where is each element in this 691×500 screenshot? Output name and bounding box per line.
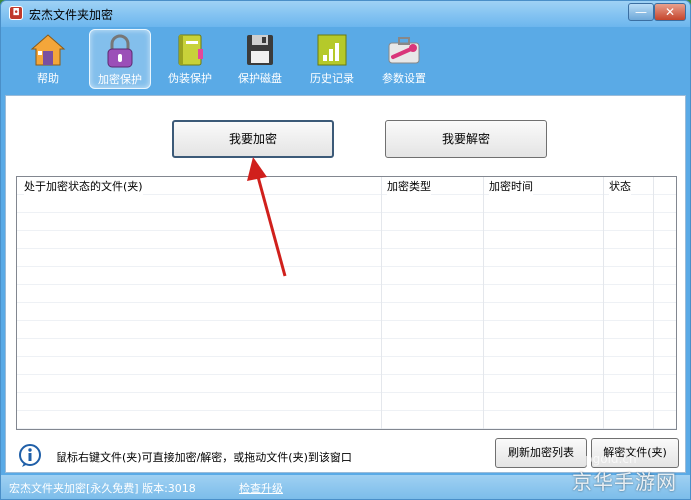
usage-hint: 鼠标右键文件(夹)可直接加密/解密，或拖动文件(夹)到该窗口 bbox=[56, 451, 352, 464]
refresh-list-button[interactable]: 刷新加密列表 bbox=[495, 438, 587, 468]
column-header-type[interactable]: 加密类型 bbox=[387, 177, 431, 201]
decrypt-button[interactable]: 我要解密 bbox=[385, 120, 547, 158]
column-divider bbox=[653, 177, 654, 429]
toolbar-history-label: 历史记录 bbox=[310, 72, 354, 85]
column-header-file[interactable]: 处于加密状态的文件(夹) bbox=[24, 177, 143, 201]
floppy-disk-icon bbox=[247, 35, 273, 65]
toolbar-help-label: 帮助 bbox=[37, 72, 59, 85]
toolbar-encrypt-protect-label: 加密保护 bbox=[98, 73, 142, 86]
toolbar-disguise-protect[interactable]: 伪装保护 bbox=[159, 29, 221, 89]
title-bar[interactable]: ◘ 宏杰文件夹加密 — ✕ bbox=[1, 1, 690, 27]
toolbar-protect-disk[interactable]: 保护磁盘 bbox=[229, 29, 291, 89]
column-divider bbox=[381, 177, 382, 429]
toolbar: 帮助 加密保护 伪装保护 保护磁盘 历史记录 参数设置 bbox=[1, 27, 690, 93]
app-window: ◘ 宏杰文件夹加密 — ✕ 帮助 加密保护 伪装保护 保护磁盘 历史记录 参数设… bbox=[0, 0, 691, 500]
window-title: 宏杰文件夹加密 bbox=[29, 8, 114, 22]
watermark-text: 京华手游网 bbox=[572, 470, 677, 494]
lock-icon bbox=[107, 34, 133, 68]
main-panel: 我要加密 我要解密 处于加密状态的文件(夹) 加密类型 加密时间 状态 鼠标右键… bbox=[5, 95, 686, 473]
close-button[interactable]: ✕ bbox=[654, 3, 686, 21]
toolbar-protect-disk-label: 保护磁盘 bbox=[238, 72, 282, 85]
notebook-icon bbox=[178, 34, 203, 66]
house-icon bbox=[30, 34, 66, 66]
toolbar-settings-label: 参数设置 bbox=[382, 72, 426, 85]
app-lock-icon: ◘ bbox=[9, 6, 23, 20]
chart-icon bbox=[317, 34, 347, 66]
toolbar-settings[interactable]: 参数设置 bbox=[373, 29, 435, 89]
watermark-url: pgold.cn bbox=[585, 452, 637, 466]
column-divider bbox=[603, 177, 604, 429]
version-text: 宏杰文件夹加密[永久免费] 版本:3018 bbox=[9, 482, 196, 495]
column-header-status[interactable]: 状态 bbox=[609, 177, 631, 201]
toolbar-help[interactable]: 帮助 bbox=[17, 29, 79, 89]
toolbar-history[interactable]: 历史记录 bbox=[301, 29, 363, 89]
info-icon bbox=[19, 444, 41, 467]
column-divider bbox=[483, 177, 484, 429]
toolbar-encrypt-protect[interactable]: 加密保护 bbox=[89, 29, 151, 89]
wrench-toolbox-icon bbox=[388, 37, 420, 64]
encrypted-file-list[interactable]: 处于加密状态的文件(夹) 加密类型 加密时间 状态 bbox=[16, 176, 677, 430]
toolbar-disguise-protect-label: 伪装保护 bbox=[168, 72, 212, 85]
check-update-link[interactable]: 检查升级 bbox=[239, 480, 283, 496]
red-arrow-annotation bbox=[247, 157, 287, 277]
column-header-time[interactable]: 加密时间 bbox=[489, 177, 533, 201]
minimize-button[interactable]: — bbox=[628, 3, 654, 21]
